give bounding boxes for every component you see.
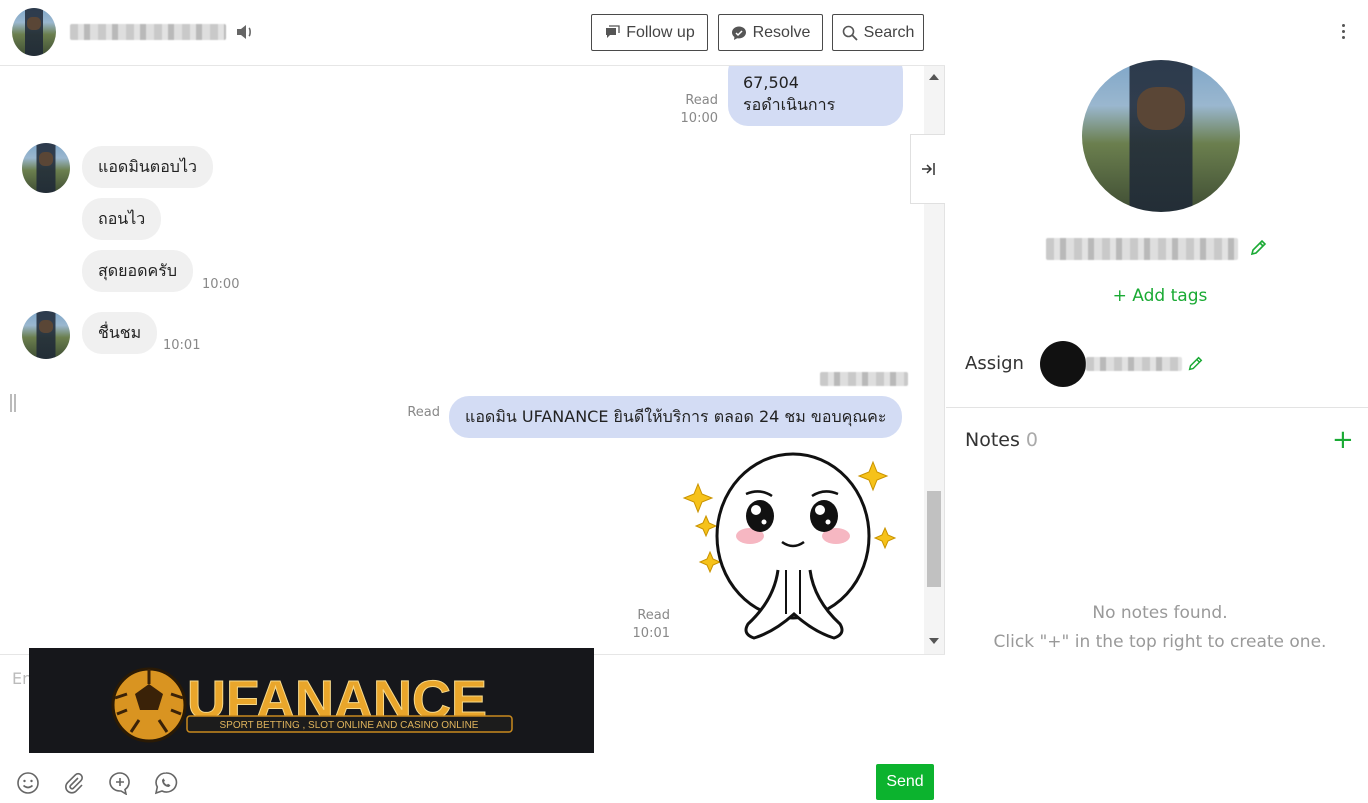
profile-name-blurred (1046, 238, 1238, 260)
attachment-icon[interactable] (62, 771, 86, 795)
profile-pane: + Add tags Assign Notes 0 + No notes foun… (946, 0, 1368, 803)
sender-avatar[interactable] (22, 311, 70, 359)
collapse-panel-button[interactable] (910, 134, 945, 204)
search-button[interactable]: Search (832, 14, 924, 51)
resolve-button[interactable]: Resolve (718, 14, 823, 51)
brand-banner: UFANANCE SPORT BETTING , SLOT ONLINE AND… (29, 648, 594, 753)
read-receipt: Read 10:00 (660, 92, 718, 128)
add-chat-icon[interactable] (108, 771, 132, 795)
resolve-label: Resolve (752, 23, 811, 41)
follow-up-icon (606, 24, 620, 38)
message-amount: 67,504 (743, 73, 799, 92)
emoji-icon[interactable] (16, 771, 40, 795)
more-options-icon[interactable] (1340, 24, 1346, 42)
follow-up-button[interactable]: Follow up (591, 14, 708, 51)
timestamp: 10:01 (163, 338, 201, 353)
follow-up-label: Follow up (626, 23, 695, 41)
resize-handle[interactable] (10, 394, 16, 412)
send-button[interactable]: Send (876, 764, 934, 800)
notes-title: Notes (965, 429, 1020, 451)
read-receipt: Read 10:01 (620, 607, 670, 643)
scroll-down-arrow[interactable] (929, 638, 939, 644)
add-note-button[interactable]: + (1332, 427, 1354, 453)
chat-app: Follow up Resolve Search 67,504 รอดำเนิน… (0, 0, 1368, 803)
incoming-message: แอดมินตอบไว (82, 146, 213, 188)
assignee-name-blurred (1086, 357, 1182, 371)
notes-heading: Notes 0 (965, 429, 1038, 451)
chat-header: Follow up Resolve Search (0, 0, 945, 66)
message-list[interactable]: 67,504 รอดำเนินการ Read 10:00 แอดมินตอบไ… (0, 66, 924, 654)
speaker-icon[interactable] (236, 24, 254, 40)
brand-tagline: SPORT BETTING , SLOT ONLINE AND CASINO O… (220, 720, 479, 731)
notes-count: 0 (1025, 429, 1038, 451)
scroll-thumb[interactable] (927, 491, 941, 587)
contact-avatar[interactable] (12, 8, 56, 56)
sticker (682, 452, 897, 640)
incoming-message: ถอนไว (82, 198, 162, 240)
chat-bubble-icon[interactable] (154, 771, 178, 795)
chat-pane: Follow up Resolve Search 67,504 รอดำเนิน… (0, 0, 945, 803)
agent-name-blurred (820, 372, 908, 386)
timestamp: 10:00 (202, 277, 240, 292)
notes-empty-message: No notes found. (1092, 603, 1228, 623)
edit-assignee-icon[interactable] (1186, 355, 1204, 373)
read-label: Read (637, 608, 670, 623)
assignee-avatar[interactable] (1040, 341, 1086, 387)
search-label: Search (863, 23, 915, 41)
incoming-message: สุดยอดครับ (82, 250, 193, 292)
incoming-message: ชื่นชม (82, 312, 158, 354)
timestamp: 10:00 (680, 111, 718, 126)
outgoing-message: แอดมิน UFANANCE ยินดีให้บริการ ตลอด 24 ช… (449, 396, 903, 438)
edit-name-icon[interactable] (1248, 238, 1268, 258)
notes-empty-hint: Click "+" in the top right to create one… (993, 632, 1327, 652)
search-icon (842, 25, 858, 41)
chat-check-icon (731, 26, 746, 40)
read-label: Read (685, 93, 718, 108)
ufanance-logo: UFANANCE SPORT BETTING , SLOT ONLINE AND… (111, 667, 513, 743)
scroll-up-arrow[interactable] (929, 74, 939, 80)
message-status: รอดำเนินการ (743, 95, 836, 114)
timestamp: 10:01 (632, 626, 670, 641)
sender-avatar[interactable] (22, 143, 70, 193)
outgoing-message-partial: 67,504 รอดำเนินการ (728, 66, 903, 126)
divider (946, 407, 1368, 408)
profile-avatar (1082, 60, 1240, 212)
read-label: Read (407, 405, 440, 420)
add-tags-button[interactable]: + Add tags (946, 286, 1368, 306)
arrow-to-right-icon (922, 163, 935, 175)
assign-label: Assign (965, 353, 1024, 374)
contact-name-blurred (70, 24, 226, 40)
